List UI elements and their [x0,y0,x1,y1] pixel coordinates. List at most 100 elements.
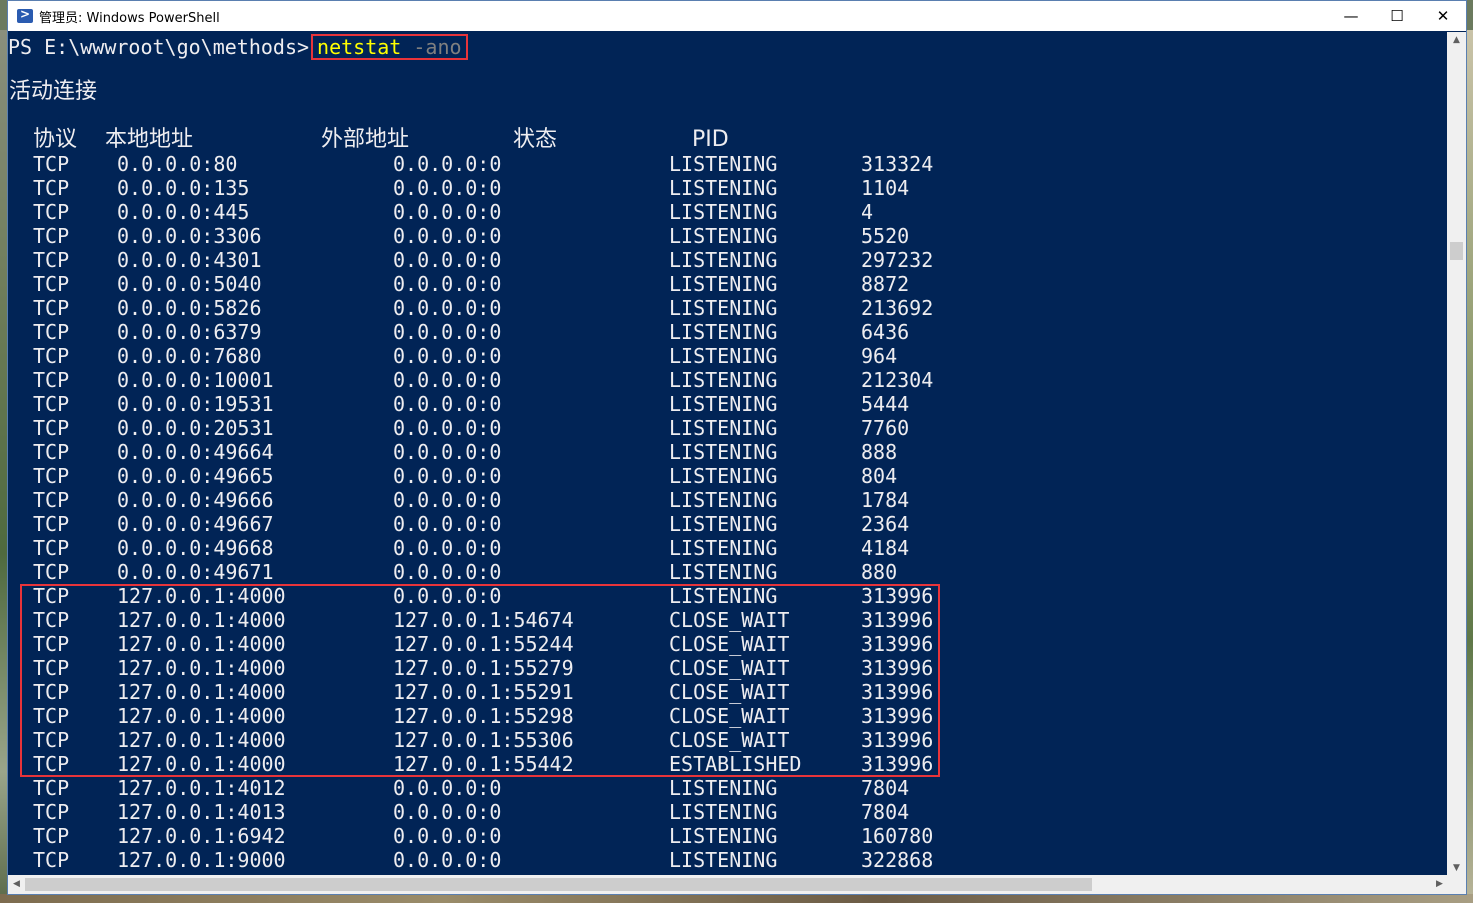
column-header-state: 状态 [513,127,558,152]
cell-foreign-address: 127.0.0.1:55279 [393,656,574,680]
cell-foreign-address: 0.0.0.0:0 [393,200,502,224]
cell-state: CLOSE_WAIT [669,608,790,632]
cell-foreign-address: 127.0.0.1:55306 [393,728,574,752]
cell-foreign-address: 0.0.0.0:0 [393,272,502,296]
cell-pid: 4 [861,200,874,224]
cell-local-address: 127.0.0.1:4000 [117,680,286,704]
command-highlight: netstat -ano [311,34,468,60]
horizontal-scroll-thumb[interactable] [25,878,1092,891]
cell-protocol: TCP [33,536,70,560]
cell-foreign-address: 127.0.0.1:54674 [393,608,574,632]
cell-state: LISTENING [669,824,778,848]
cell-local-address: 0.0.0.0:49666 [117,488,274,512]
cell-protocol: TCP [33,176,70,200]
prompt-line: PS E:\wwwroot\go\methods> netstat -ano [8,34,468,60]
desktop-wallpaper-right [1467,30,1473,903]
cell-pid: 888 [861,440,898,464]
cell-local-address: 0.0.0.0:49664 [117,440,274,464]
cell-state: LISTENING [669,392,778,416]
table-row: TCP 0.0.0.0:445 0.0.0.0:0 LISTENING 4 [8,200,1008,224]
cell-state: LISTENING [669,776,778,800]
cell-local-address: 0.0.0.0:20531 [117,416,274,440]
cell-pid: 297232 [861,248,934,272]
cell-protocol: TCP [33,848,70,872]
table-row: TCP 127.0.0.1:6942 0.0.0.0:0 LISTENING 16078… [8,824,1008,848]
cell-local-address: 127.0.0.1:4000 [117,704,286,728]
table-row: TCP 0.0.0.0:3306 0.0.0.0:0 LISTENING 5520 [8,224,1008,248]
cell-foreign-address: 127.0.0.1:55442 [393,752,574,776]
cell-foreign-address: 0.0.0.0:0 [393,248,502,272]
cell-state: LISTENING [669,296,778,320]
cell-protocol: TCP [33,800,70,824]
cell-local-address: 0.0.0.0:49667 [117,512,274,536]
vertical-scroll-thumb[interactable] [1450,242,1463,260]
table-row: TCP 0.0.0.0:4301 0.0.0.0:0 LISTENING 297232 [8,248,1008,272]
cell-state: LISTENING [669,368,778,392]
cell-foreign-address: 0.0.0.0:0 [393,488,502,512]
table-row: TCP 127.0.0.1:4000 127.0.0.1:55279 CLOSE_WA… [8,656,1008,680]
cell-foreign-address: 0.0.0.0:0 [393,344,502,368]
cell-protocol: TCP [33,464,70,488]
close-button[interactable]: ✕ [1420,1,1466,31]
column-header-foreign-address: 外部地址 [321,127,410,152]
cell-protocol: TCP [33,368,70,392]
table-row: TCP 0.0.0.0:7680 0.0.0.0:0 LISTENING 964 [8,344,1008,368]
cell-local-address: 0.0.0.0:10001 [117,368,274,392]
table-row: TCP 0.0.0.0:135 0.0.0.0:0 LISTENING 1104 [8,176,1008,200]
cell-pid: 880 [861,560,898,584]
cell-state: LISTENING [669,344,778,368]
cell-pid: 5520 [861,224,910,248]
cell-protocol: TCP [33,296,70,320]
cell-protocol: TCP [33,512,70,536]
title-bar[interactable]: 管理员: Windows PowerShell — ☐ ✕ [8,1,1466,31]
cell-local-address: 0.0.0.0:4301 [117,248,262,272]
cell-protocol: TCP [33,752,70,776]
table-row: TCP 127.0.0.1:4013 0.0.0.0:0 LISTENING 7804 [8,800,1008,824]
cell-pid: 322868 [861,848,934,872]
command-argument: -ano [413,35,462,59]
cell-foreign-address: 0.0.0.0:0 [393,536,502,560]
cell-pid: 1784 [861,488,910,512]
cell-protocol: TCP [33,152,70,176]
cell-pid: 313996 [861,680,934,704]
cell-state: CLOSE_WAIT [669,704,790,728]
table-row: TCP 127.0.0.1:4000 0.0.0.0:0 LISTENING 31399… [8,584,1008,608]
cell-foreign-address: 127.0.0.1:55298 [393,704,574,728]
desktop-wallpaper-bottom [0,894,1473,903]
cell-foreign-address: 0.0.0.0:0 [393,368,502,392]
horizontal-scrollbar[interactable]: ◀ ▶ [8,875,1448,894]
cell-protocol: TCP [33,608,70,632]
cell-protocol: TCP [33,320,70,344]
cell-local-address: 127.0.0.1:4000 [117,584,286,608]
maximize-button[interactable]: ☐ [1374,1,1420,31]
chevron-up-icon[interactable]: ▲ [1447,32,1466,49]
table-row: TCP 127.0.0.1:4012 0.0.0.0:0 LISTENING 7804 [8,776,1008,800]
cell-local-address: 127.0.0.1:4000 [117,608,286,632]
cell-state: CLOSE_WAIT [669,656,790,680]
cell-pid: 313996 [861,656,934,680]
cell-protocol: TCP [33,704,70,728]
cell-protocol: TCP [33,728,70,752]
cell-foreign-address: 127.0.0.1:55291 [393,680,574,704]
chevron-left-icon[interactable]: ◀ [8,875,25,894]
cell-pid: 7760 [861,416,910,440]
cell-state: LISTENING [669,248,778,272]
cell-local-address: 0.0.0.0:445 [117,200,250,224]
console-output[interactable]: PS E:\wwwroot\go\methods> netstat -ano 活动… [8,32,1448,877]
cell-local-address: 127.0.0.1:4000 [117,656,286,680]
cell-local-address: 0.0.0.0:49668 [117,536,274,560]
column-header-protocol: 协议 [33,127,78,152]
cell-protocol: TCP [33,272,70,296]
powershell-icon[interactable] [17,7,33,23]
minimize-button[interactable]: — [1328,1,1374,31]
cell-pid: 313996 [861,704,934,728]
section-heading: 活动连接 [9,79,98,104]
vertical-scrollbar[interactable]: ▲ ▼ [1447,32,1466,877]
cell-state: LISTENING [669,464,778,488]
cell-protocol: TCP [33,656,70,680]
chevron-right-icon[interactable]: ▶ [1431,875,1448,894]
table-row: TCP 127.0.0.1:4000 127.0.0.1:54674 CLOSE_WA… [8,608,1008,632]
cell-local-address: 0.0.0.0:135 [117,176,250,200]
powershell-window[interactable]: 管理员: Windows PowerShell — ☐ ✕ PS E:\wwwr… [7,0,1467,895]
cell-state: LISTENING [669,584,778,608]
